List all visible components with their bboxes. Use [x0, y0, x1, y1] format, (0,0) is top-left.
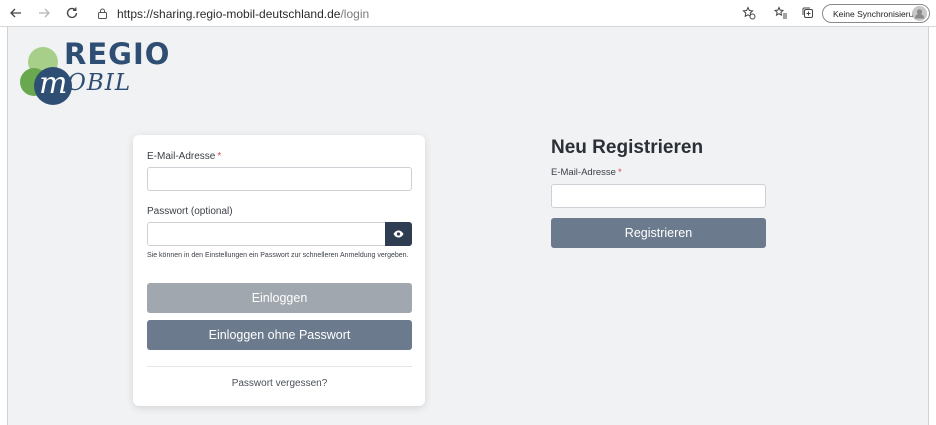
sync-button[interactable]: Keine Synchronisierung: [822, 4, 930, 23]
address-bar[interactable]: https://sharing.regio-mobil-deutschland.…: [96, 4, 369, 23]
register-email-input[interactable]: [551, 184, 766, 208]
login-email-label: E-Mail-Adresse *: [147, 151, 221, 162]
sync-label: Keine Synchronisierung: [833, 8, 923, 19]
divider: [147, 366, 412, 367]
favorite-add-icon[interactable]: [741, 5, 757, 21]
login-without-password-button[interactable]: Einloggen ohne Passwort: [147, 320, 412, 350]
url-host: https://sharing.regio-mobil-deutschland.…: [117, 6, 341, 21]
back-icon[interactable]: [6, 3, 26, 23]
lock-icon: [98, 8, 107, 19]
login-email-input[interactable]: [147, 167, 412, 191]
logo-mobil-text: OBIL: [67, 70, 132, 96]
logo-regio-text: REGIO: [64, 37, 171, 71]
profile-icon: [912, 6, 927, 21]
browser-toolbar: https://sharing.regio-mobil-deutschland.…: [0, 0, 936, 27]
forward-icon[interactable]: [34, 3, 54, 23]
password-hint: Sie können in den Einstellungen ein Pass…: [147, 252, 409, 259]
login-email-label-text: E-Mail-Adresse: [147, 151, 216, 162]
collections-icon[interactable]: [800, 5, 816, 21]
url-path: /login: [340, 6, 370, 21]
password-input[interactable]: [147, 222, 386, 246]
password-label: Passwort (optional): [147, 206, 233, 217]
forgot-password-link[interactable]: Passwort vergessen?: [147, 378, 412, 389]
favorites-icon[interactable]: [773, 5, 789, 21]
register-title: Neu Registrieren: [551, 137, 704, 158]
show-password-button[interactable]: [385, 222, 412, 246]
register-email-label-text: E-Mail-Adresse: [551, 167, 616, 178]
eye-icon: [393, 230, 404, 238]
reload-icon[interactable]: [62, 3, 82, 23]
required-mark: *: [217, 151, 222, 162]
register-button[interactable]: Registrieren: [551, 218, 766, 248]
required-mark: *: [617, 167, 622, 178]
login-button[interactable]: Einloggen: [147, 283, 412, 313]
register-email-label: E-Mail-Adresse *: [551, 167, 622, 178]
logo-initial: m: [39, 66, 68, 101]
